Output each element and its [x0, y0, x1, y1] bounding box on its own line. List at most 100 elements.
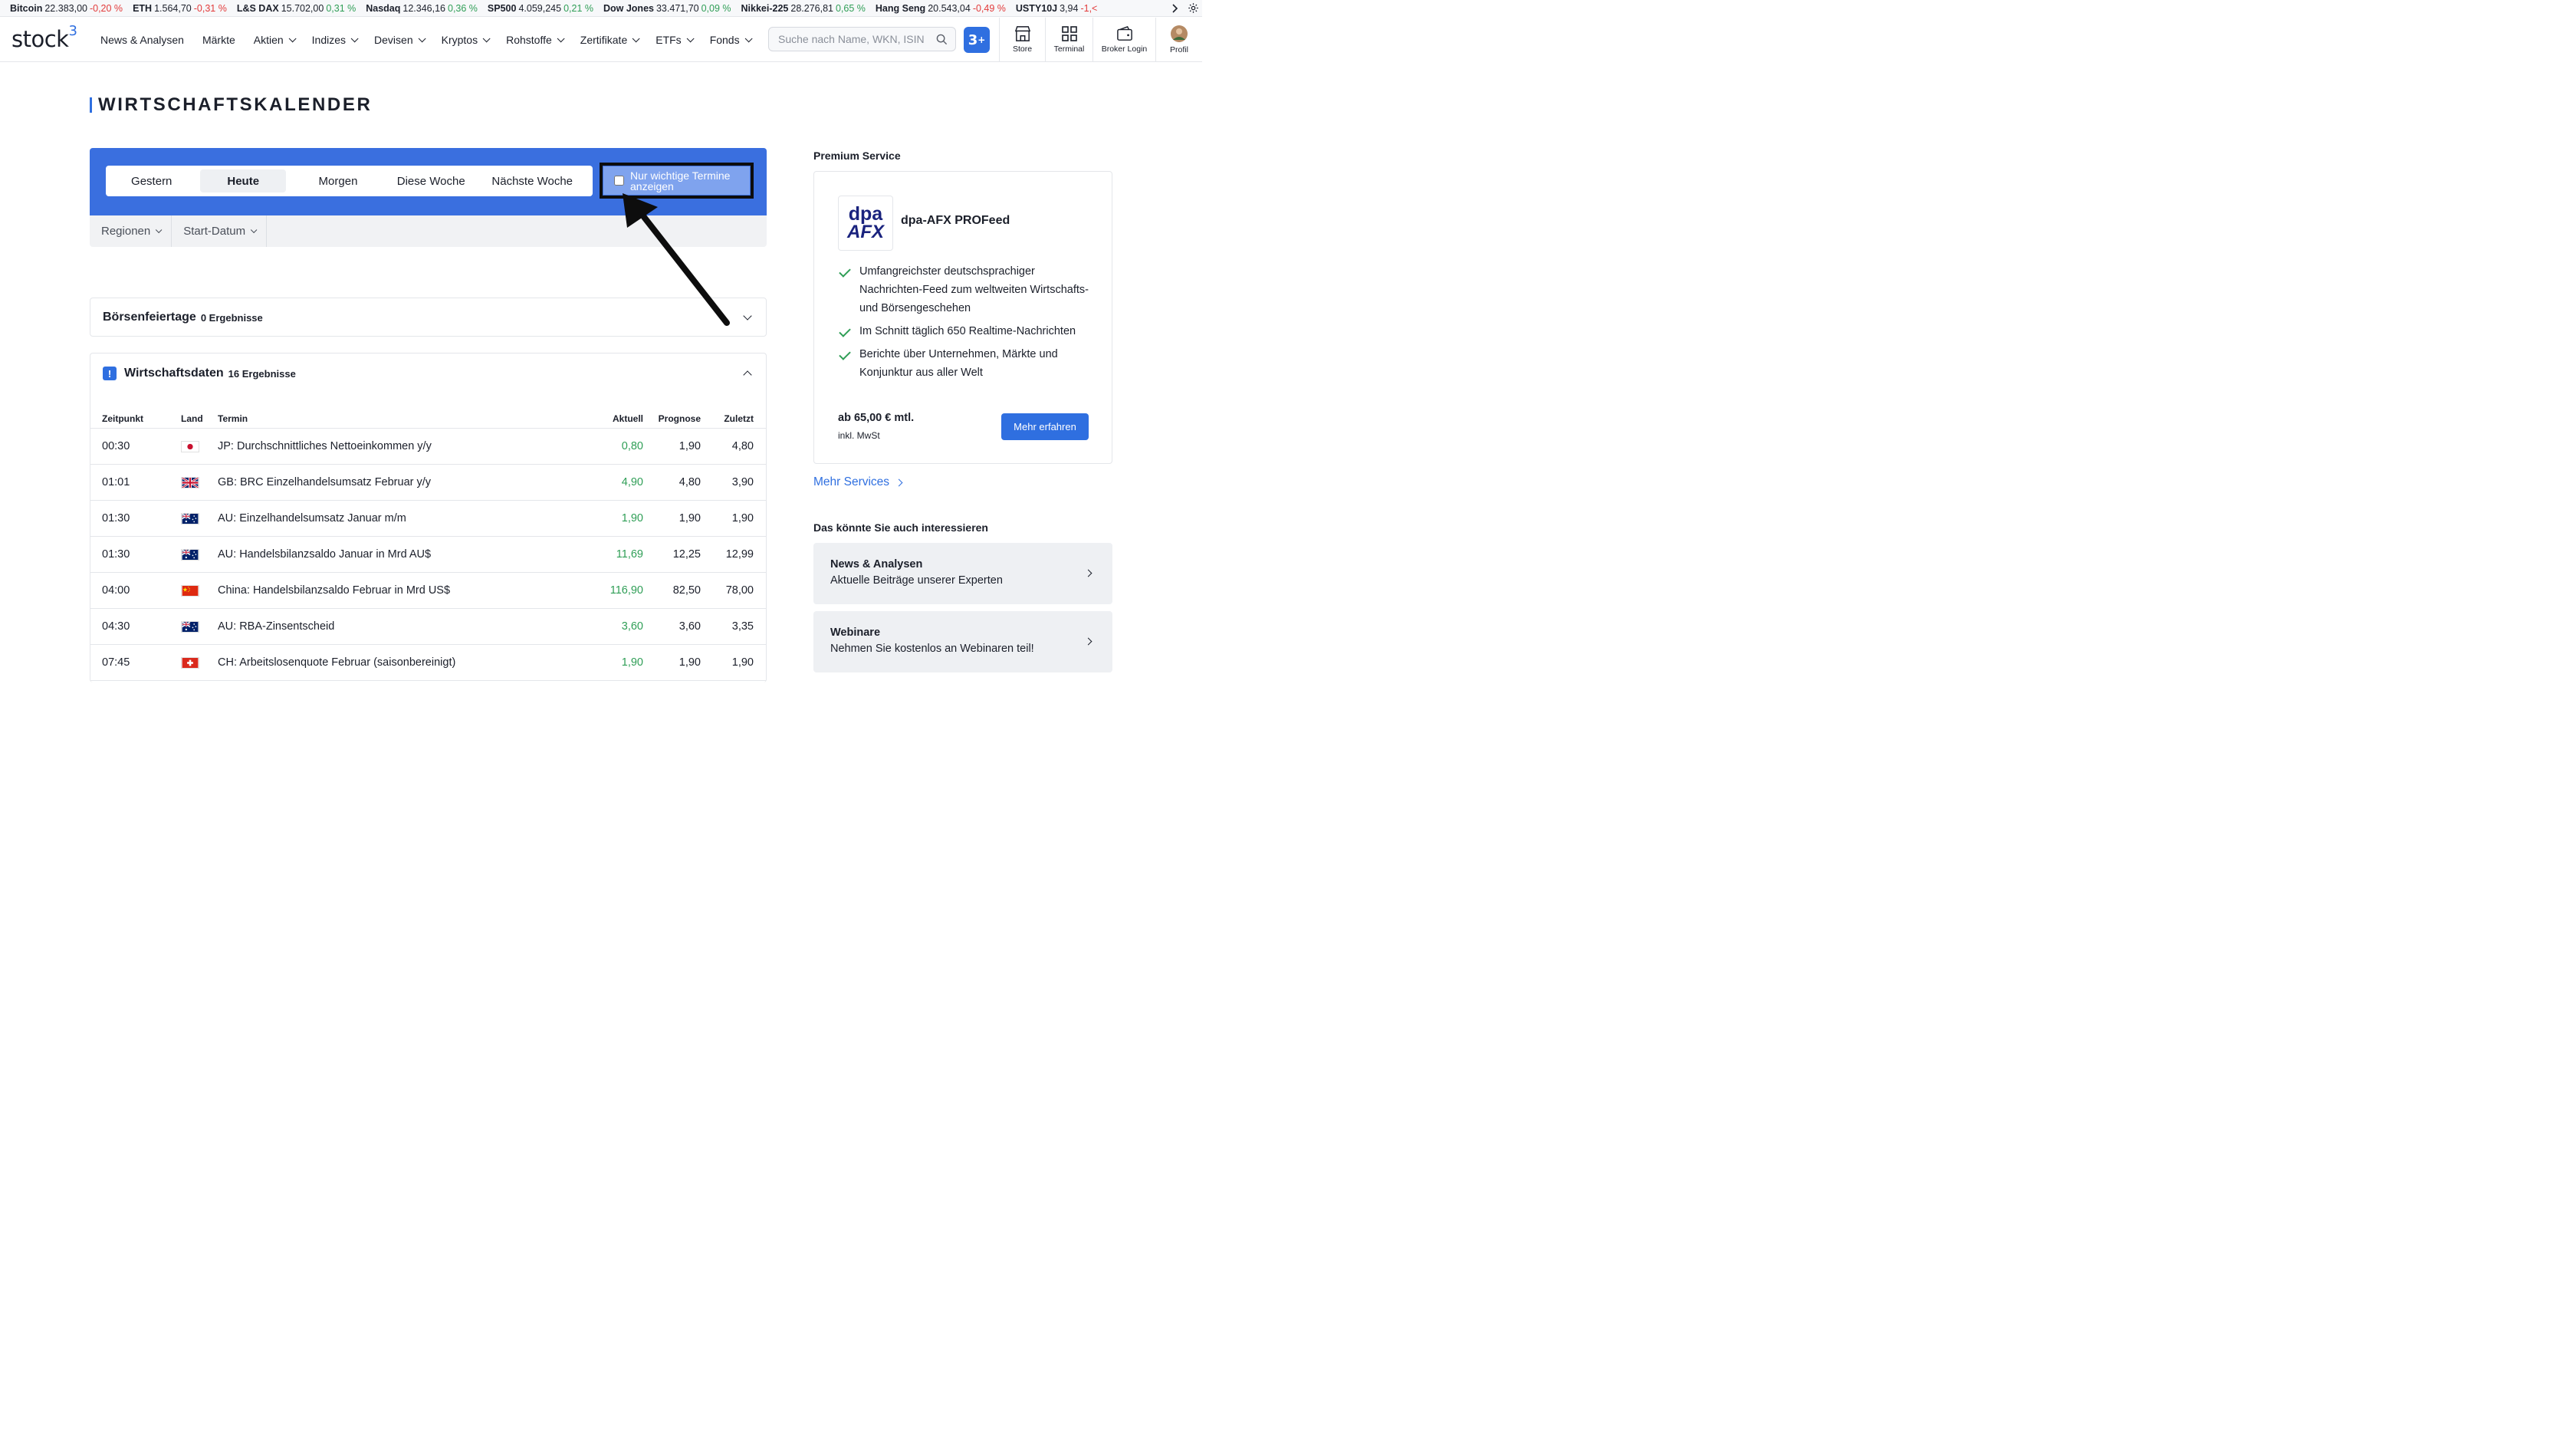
col-termin: Termin — [218, 413, 248, 424]
ticker-item[interactable]: L&S DAX 15.702,00 0,31 % — [237, 3, 356, 14]
feature-text: Berichte über Unternehmen, Märkte und Ko… — [859, 348, 1058, 379]
row-aktuell: 1,90 — [621, 512, 643, 524]
ticker-value: 33.471,70 — [656, 2, 699, 14]
site-logo[interactable]: stock3 — [12, 23, 77, 52]
tab-n-chste-woche[interactable]: Nächste Woche — [475, 169, 590, 192]
ticker-item[interactable]: Dow Jones 33.471,70 0,09 % — [603, 3, 731, 14]
row-term: AU: Handelsbilanzsaldo Januar in Mrd AU$ — [218, 548, 432, 561]
ticker-name: Dow Jones — [603, 2, 654, 14]
search-box[interactable] — [768, 27, 956, 51]
terminal-button[interactable]: Terminal — [1045, 18, 1092, 62]
row-term: AU: RBA-Zinsentscheid — [218, 620, 335, 633]
ticker-change: 0,65 % — [835, 2, 866, 14]
row-zuletzt: 1,90 — [731, 656, 754, 669]
logo-line-2: AFX — [847, 222, 884, 242]
check-icon — [839, 325, 851, 337]
broker-login-label: Broker Login — [1101, 44, 1148, 54]
tab-gestern[interactable]: Gestern — [109, 169, 194, 192]
ticker-change: -0,20 % — [89, 2, 123, 14]
regionen-dropdown[interactable]: Regionen — [90, 215, 172, 247]
chevron-down-icon[interactable] — [743, 311, 752, 321]
profile-button[interactable]: Profil — [1155, 18, 1202, 62]
nav-item-m-rkte[interactable]: Märkte — [202, 34, 235, 46]
site-header: stock3 News & Analysen Märkte Aktien Indize… — [0, 18, 1202, 62]
ticker-value: 3,94 — [1060, 2, 1079, 14]
nav-label: Rohstoffe — [506, 34, 552, 46]
ticker-name: Nikkei-225 — [741, 2, 789, 14]
start-datum-dropdown[interactable]: Start-Datum — [172, 215, 268, 247]
row-zuletzt: 3,35 — [731, 620, 754, 633]
ticker-item[interactable]: USTY10J 3,94 -1,< — [1016, 3, 1097, 14]
nav-item-devisen[interactable]: Devisen — [374, 34, 426, 46]
price: ab 65,00 € mtl. — [838, 412, 915, 424]
table-row[interactable]: 01:01 GB: BRC Einzelhandelsumsatz Februar… — [90, 465, 766, 501]
grid-icon — [1061, 26, 1077, 41]
mehr-erfahren-button[interactable]: Mehr erfahren — [1001, 413, 1089, 440]
ticker-next-button[interactable] — [1165, 0, 1184, 16]
holidays-header[interactable]: Börsenfeiertage 0 Ergebnisse — [90, 298, 766, 337]
nav-item-fonds[interactable]: Fonds — [710, 34, 753, 46]
table-row[interactable]: 00:30 JP: Durchschnittliches Nettoeinkomm… — [90, 429, 766, 465]
tab-heute[interactable]: Heute — [200, 169, 286, 192]
nav-item-kryptos[interactable]: Kryptos — [442, 34, 491, 46]
row-aktuell: 3,60 — [621, 620, 643, 633]
premium-service-card: dpa AFX dpa-AFX PROFeed Umfangreichster … — [813, 171, 1112, 464]
terminal-label: Terminal — [1053, 44, 1085, 54]
row-time: 01:30 — [102, 512, 130, 524]
chevron-down-icon — [482, 34, 491, 42]
tab-diese-woche[interactable]: Diese Woche — [387, 169, 475, 192]
economic-data-table: Zeitpunkt Land Termin Aktuell Prognose Z… — [90, 409, 766, 681]
ticker-item[interactable]: ETH 1.564,70 -0,31 % — [133, 3, 227, 14]
search-input[interactable] — [778, 33, 932, 45]
ticker-settings-button[interactable] — [1184, 0, 1202, 16]
economic-data-section: ! Wirtschaftsdaten 16 Ergebnisse Zeitpun… — [90, 353, 767, 682]
tab-morgen[interactable]: Morgen — [289, 169, 387, 192]
interest-card-title: Webinare — [830, 626, 881, 639]
table-row[interactable]: 04:30 AU: RBA-Zinsentscheid 3,60 3,60 3,35 — [90, 609, 766, 645]
important-only-toggle[interactable]: Nur wichtige Termine anzeigen — [603, 166, 750, 195]
search-icon[interactable] — [936, 34, 948, 45]
nav-item-rohstoffe[interactable]: Rohstoffe — [506, 34, 565, 46]
interest-card-2[interactable]: Webinare Nehmen Sie kostenlos an Webinare… — [813, 611, 1112, 672]
ticker-value: 28.276,81 — [790, 2, 833, 14]
ticker-item[interactable]: SP500 4.059,245 0,21 % — [488, 3, 593, 14]
ticker-change: 0,09 % — [701, 2, 731, 14]
market-ticker: Bitcoin 22.383,00 -0,20 % ETH 1.564,70 -0,31 … — [0, 0, 1202, 17]
ticker-item[interactable]: Bitcoin 22.383,00 -0,20 % — [10, 3, 123, 14]
chevron-down-icon — [156, 226, 163, 233]
stock3-plus-button[interactable]: 3 + — [964, 27, 990, 53]
store-button[interactable]: Store — [999, 18, 1045, 62]
nav-item-zertifikate[interactable]: Zertifikate — [580, 34, 640, 46]
ticker-item[interactable]: Hang Seng 20.543,04 -0,49 % — [876, 3, 1006, 14]
table-row[interactable]: 01:30 AU: Handelsbilanzsaldo Januar in Mr… — [90, 537, 766, 573]
mehr-services-link[interactable]: Mehr Services — [813, 475, 903, 489]
important-only-checkbox[interactable] — [614, 176, 624, 186]
chevron-up-icon[interactable] — [743, 370, 752, 380]
ticker-item[interactable]: Nikkei-225 28.276,81 0,65 % — [741, 3, 866, 14]
nav-item-news-analysen[interactable]: News & Analysen — [100, 34, 184, 46]
row-term: AU: Einzelhandelsumsatz Januar m/m — [218, 512, 406, 524]
sub-filters: Regionen Start-Datum — [90, 215, 268, 247]
broker-login-button[interactable]: Broker Login — [1092, 18, 1155, 62]
avatar — [1171, 25, 1188, 42]
row-zuletzt: 12,99 — [725, 548, 754, 561]
flag-au-icon — [181, 620, 199, 633]
ticker-value: 20.543,04 — [928, 2, 971, 14]
start-datum-label: Start-Datum — [183, 225, 246, 238]
table-row[interactable]: 01:30 AU: Einzelhandelsumsatz Januar m/m 1… — [90, 501, 766, 537]
row-term: CH: Arbeitslosenquote Februar (saisonber… — [218, 656, 456, 669]
nav-item-aktien[interactable]: Aktien — [254, 34, 297, 46]
calendar-filter-panel: Gestern Heute Morgen Diese Woche Nächste Woc… — [90, 148, 767, 247]
holidays-section: Börsenfeiertage 0 Ergebnisse — [90, 298, 767, 337]
economic-data-header[interactable]: ! Wirtschaftsdaten 16 Ergebnisse — [90, 353, 766, 393]
price-note: inkl. MwSt — [838, 430, 880, 441]
nav-item-indizes[interactable]: Indizes — [312, 34, 359, 46]
table-row[interactable]: 07:45 CH: Arbeitslosenquote Februar (sais… — [90, 645, 766, 681]
feature-text: Im Schnitt täglich 650 Realtime-Nachrich… — [859, 325, 1076, 337]
ticker-item[interactable]: Nasdaq 12.346,16 0,36 % — [366, 3, 478, 14]
feature-item: Umfangreichster deutschsprachiger Nachri… — [838, 262, 1099, 317]
table-row[interactable]: 04:00 China: Handelsbilanzsaldo Februar i… — [90, 573, 766, 609]
interest-card-1[interactable]: News & Analysen Aktuelle Beiträge unserer… — [813, 543, 1112, 604]
nav-item-etfs[interactable]: ETFs — [656, 34, 695, 46]
profile-label: Profil — [1170, 45, 1188, 54]
